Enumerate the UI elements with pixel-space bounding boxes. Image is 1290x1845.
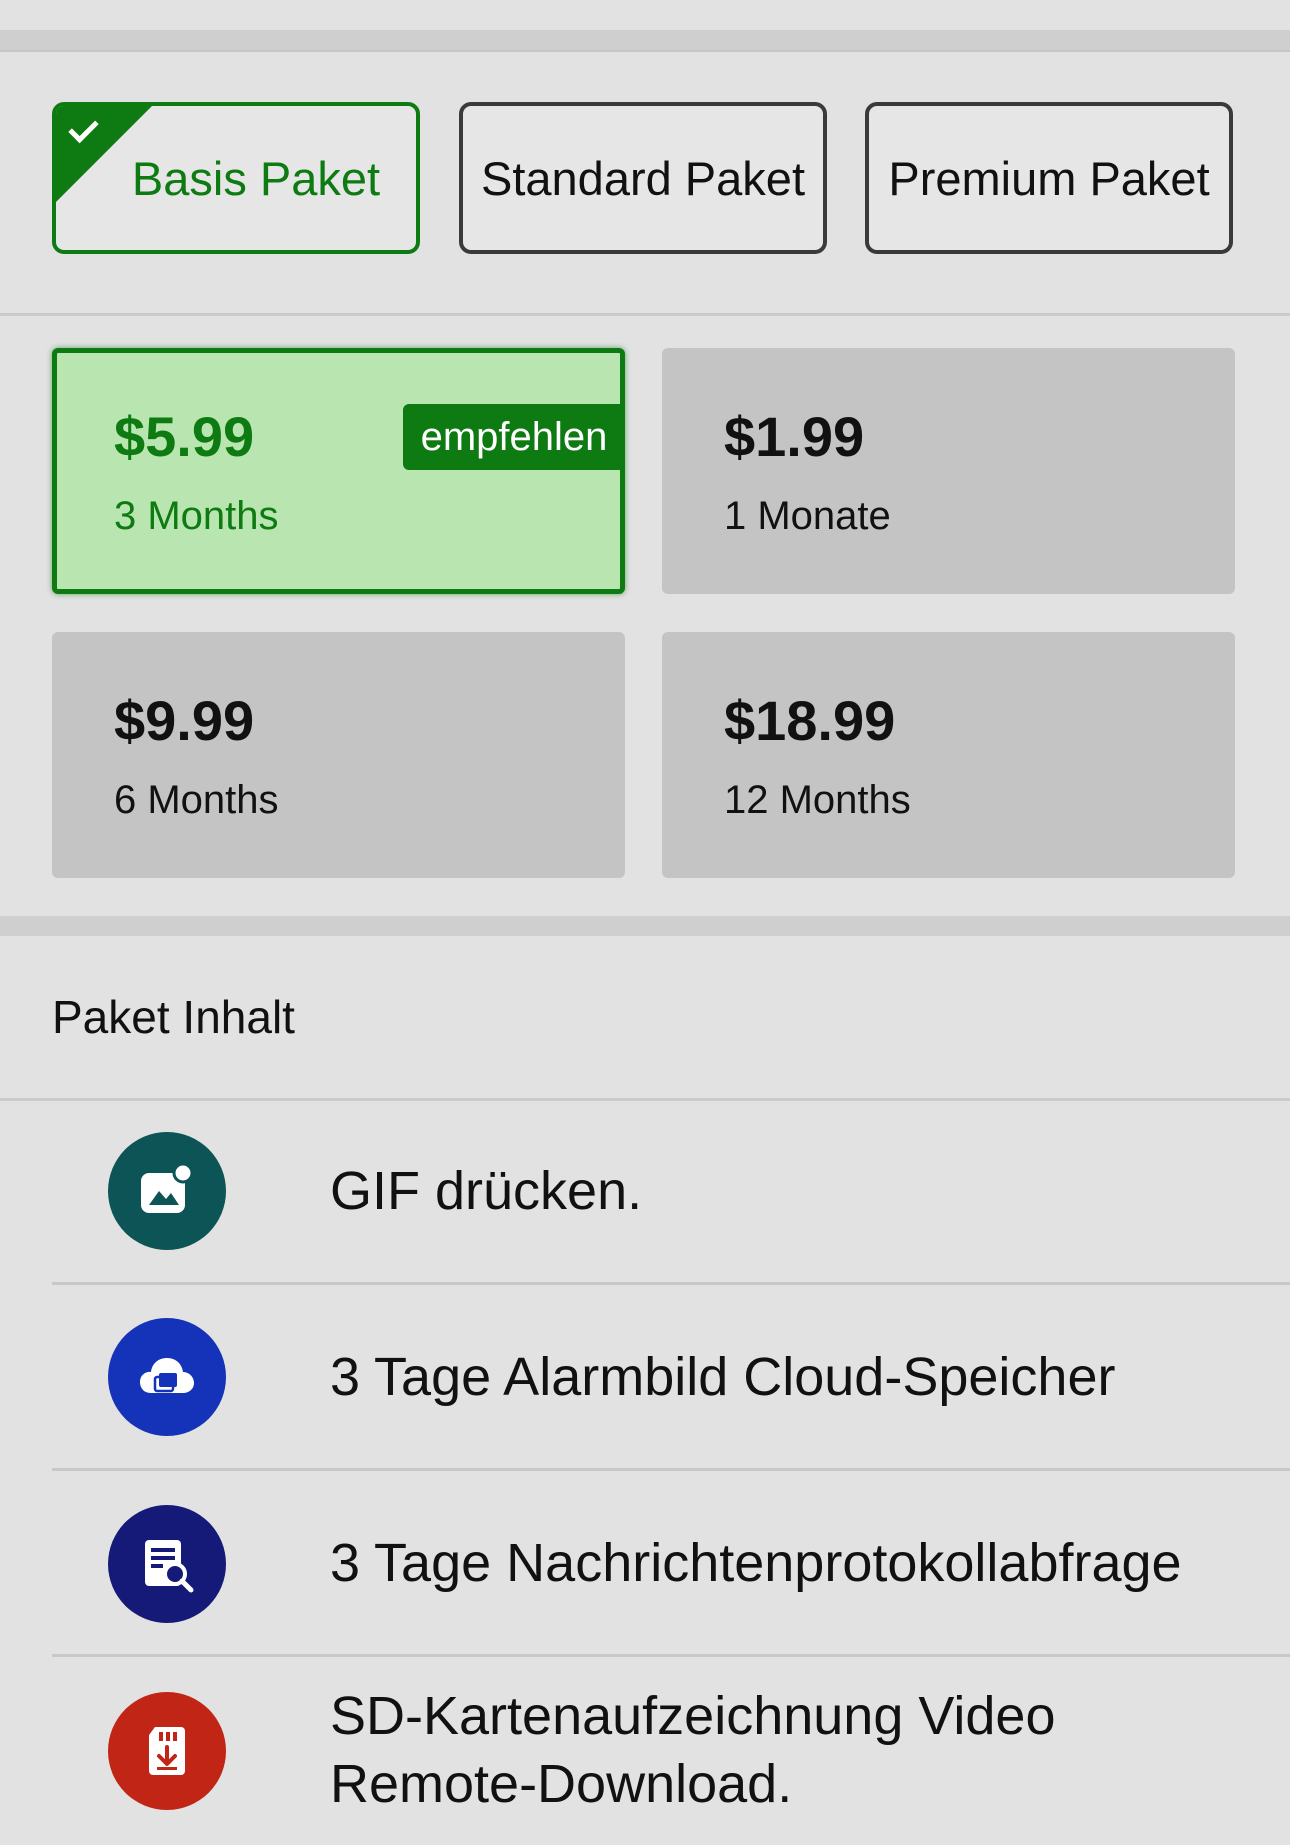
plan-period: 12 Months xyxy=(724,778,911,822)
tab-basis-paket[interactable]: Basis Paket xyxy=(52,102,420,254)
tab-standard-paket[interactable]: Standard Paket xyxy=(459,102,827,254)
feature-text-line: Remote-Download. xyxy=(330,1754,793,1814)
feature-text: 3 Tage Alarmbild Cloud-Speicher xyxy=(330,1347,1116,1407)
tab-label: Premium Paket xyxy=(888,151,1210,205)
cloud-image-icon xyxy=(108,1318,226,1436)
plan-price: $9.99 xyxy=(114,689,255,752)
feature-item-cloud-storage: 3 Tage Alarmbild Cloud-Speicher xyxy=(0,1286,1290,1469)
feature-text-line: SD-Kartenaufzeichnung Video xyxy=(330,1686,1056,1746)
package-contents-title: Paket Inhalt xyxy=(52,991,295,1043)
tab-label: Standard Paket xyxy=(481,151,805,205)
plan-card-6-months[interactable]: $9.99 6 Months xyxy=(52,632,625,878)
top-divider-band xyxy=(0,30,1290,52)
feature-text: 3 Tage Nachrichtenprotokollabfrage xyxy=(330,1533,1182,1593)
log-search-icon xyxy=(108,1505,226,1623)
recommended-badge: empfehlen xyxy=(403,404,625,470)
divider xyxy=(0,313,1290,316)
plan-price: $1.99 xyxy=(724,405,865,468)
plan-period: 1 Monate xyxy=(724,494,891,538)
row-divider xyxy=(52,1468,1290,1471)
tab-label: Basis Paket xyxy=(131,151,381,205)
plan-price: $18.99 xyxy=(724,689,896,752)
feature-item-gif: GIF drücken. xyxy=(0,1101,1290,1284)
plan-period: 6 Months xyxy=(114,778,279,822)
row-divider xyxy=(52,1654,1290,1657)
gif-image-icon xyxy=(108,1132,226,1250)
plan-card-12-months[interactable]: $18.99 12 Months xyxy=(662,632,1235,878)
row-divider xyxy=(52,1282,1290,1285)
plan-price: $5.99 xyxy=(114,405,255,468)
feature-text: SD-Kartenaufzeichnung Video Remote-Downl… xyxy=(330,1682,1056,1818)
feature-item-sd-download: SD-Kartenaufzeichnung Video Remote-Downl… xyxy=(0,1658,1290,1845)
section-divider-band xyxy=(0,916,1290,936)
plan-card-1-month[interactable]: $1.99 1 Monate xyxy=(662,348,1235,594)
tab-premium-paket[interactable]: Premium Paket xyxy=(865,102,1233,254)
feature-text: GIF drücken. xyxy=(330,1161,643,1221)
feature-item-message-log: 3 Tage Nachrichtenprotokollabfrage xyxy=(0,1472,1290,1655)
plan-card-3-months[interactable]: $5.99 3 Months empfehlen xyxy=(52,348,625,594)
plan-period: 3 Months xyxy=(114,494,279,538)
sd-card-download-icon xyxy=(108,1692,226,1810)
